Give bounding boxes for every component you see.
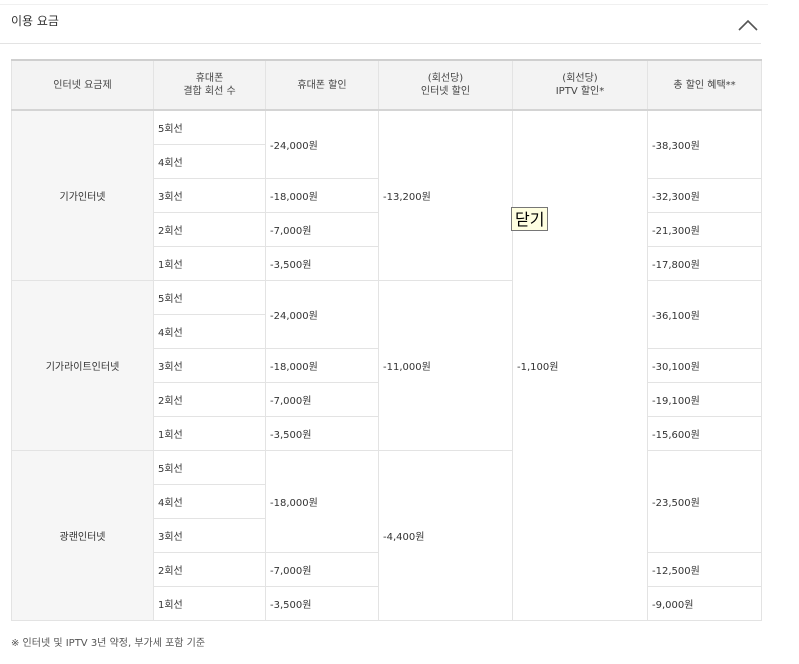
total-benefit: -12,500원 (647, 552, 762, 587)
internet-discount: -4,400원 (378, 450, 513, 621)
line-count: 1회선 (153, 246, 266, 281)
section-title: 이용 요금 (11, 14, 59, 28)
line-count: 2회선 (153, 382, 266, 417)
line-count: 2회선 (153, 212, 266, 247)
phone-discount: -7,000원 (265, 552, 379, 587)
total-benefit: -17,800원 (647, 246, 762, 281)
line-count: 3회선 (153, 178, 266, 213)
line-count: 3회선 (153, 348, 266, 383)
line-count: 3회선 (153, 518, 266, 553)
phone-discount: -3,500원 (265, 586, 379, 621)
table-row: 광랜인터넷 5회선 -18,000원 -4,400원 -23,500원 (11, 450, 762, 621)
total-benefit: -19,100원 (647, 382, 762, 417)
line-count: 2회선 (153, 552, 266, 587)
header-total-benefit: 총 할인 혜택** (647, 59, 762, 111)
phone-discount: -3,500원 (265, 246, 379, 281)
table-row: 기가인터넷 5회선 -24,000원 -13,200원 -1,100원 -38,… (11, 109, 762, 621)
header-phone-discount: 휴대폰 할인 (265, 59, 379, 111)
phone-discount: -18,000원 (265, 178, 379, 213)
phone-discount: -18,000원 (265, 348, 379, 383)
table-row: 기가라이트인터넷 5회선 -24,000원 -11,000원 -36,100원 (11, 280, 762, 451)
table-header-row: 인터넷 요금제 휴대폰 결합 회선 수 휴대폰 할인 (회선당) 인터넷 할인 (회… (11, 59, 762, 111)
header-plan: 인터넷 요금제 (11, 59, 154, 111)
phone-discount: -7,000원 (265, 382, 379, 417)
plan-name: 기가라이트인터넷 (11, 280, 154, 451)
phone-discount: -24,000원 (265, 280, 379, 349)
phone-discount: -24,000원 (265, 109, 379, 179)
section-header[interactable]: 이용 요금 (0, 5, 761, 44)
phone-discount: -18,000원 (265, 450, 379, 553)
header-lines: 휴대폰 결합 회선 수 (153, 59, 266, 111)
total-benefit: -23,500원 (647, 450, 762, 553)
line-count: 5회선 (153, 109, 266, 145)
footnote: ※ 인터넷 및 IPTV 3년 약정, 부가세 포함 기준 (11, 638, 206, 649)
iptv-discount: -1,100원 (512, 109, 648, 621)
total-benefit: -21,300원 (647, 212, 762, 247)
line-count: 1회선 (153, 586, 266, 621)
internet-discount: -13,200원 (378, 109, 513, 281)
line-count: 5회선 (153, 450, 266, 485)
internet-discount: -11,000원 (378, 280, 513, 451)
phone-discount: -7,000원 (265, 212, 379, 247)
total-benefit: -15,600원 (647, 416, 762, 451)
header-iptv-discount: (회선당) IPTV 할인* (512, 59, 648, 111)
line-count: 5회선 (153, 280, 266, 315)
total-benefit: -38,300원 (647, 109, 762, 179)
line-count: 4회선 (153, 484, 266, 519)
close-tooltip[interactable]: 닫기 (511, 207, 549, 231)
plan-name: 기가인터넷 (11, 109, 154, 281)
line-count: 4회선 (153, 144, 266, 179)
total-benefit: -30,100원 (647, 348, 762, 383)
fee-table: 인터넷 요금제 휴대폰 결합 회선 수 휴대폰 할인 (회선당) 인터넷 할인 (회… (11, 59, 762, 621)
line-count: 4회선 (153, 314, 266, 349)
plan-name: 광랜인터넷 (11, 450, 154, 621)
line-count: 1회선 (153, 416, 266, 451)
total-benefit: -9,000원 (647, 586, 762, 621)
chevron-up-icon[interactable] (736, 17, 760, 33)
phone-discount: -3,500원 (265, 416, 379, 451)
total-benefit: -32,300원 (647, 178, 762, 213)
total-benefit: -36,100원 (647, 280, 762, 349)
header-internet-discount: (회선당) 인터넷 할인 (378, 59, 513, 111)
